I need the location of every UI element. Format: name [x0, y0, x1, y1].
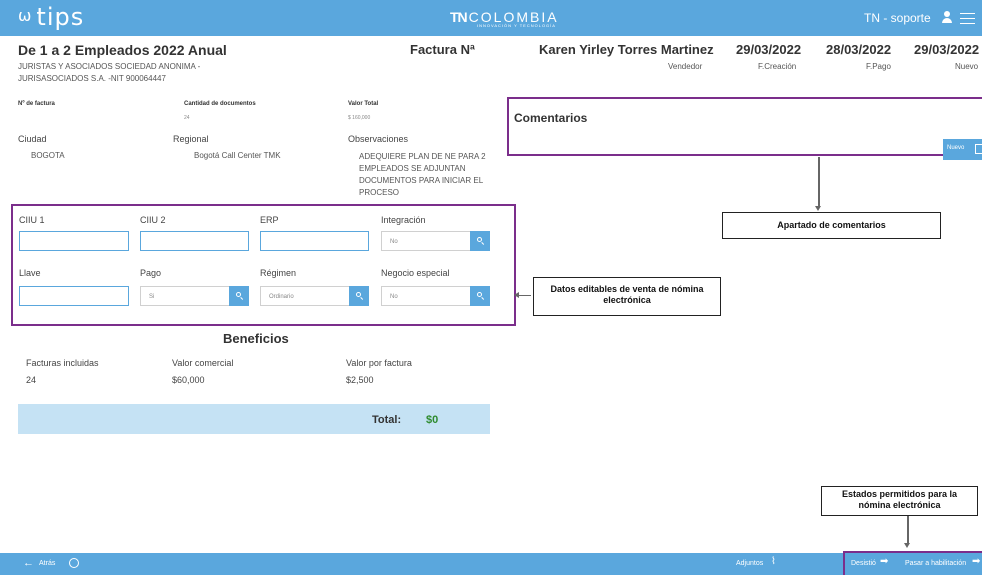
cantidad-value: 24 — [184, 115, 190, 121]
cantidad-label: Cantidad de documentos — [184, 101, 256, 107]
vendor-label: Vendedor — [668, 62, 703, 71]
vendor-name: Karen Yirley Torres Martinez — [539, 42, 714, 57]
tips-logo[interactable]: ω tips — [18, 3, 84, 31]
new-date: 29/03/2022 — [914, 42, 980, 57]
valor-total-label: Valor Total — [348, 101, 379, 107]
beneficios-title: Beneficios — [223, 331, 289, 346]
pago-label: Pago — [140, 268, 162, 278]
company-line-1: JURISTAS Y ASOCIADOS SOCIEDAD ANONIMA - — [18, 62, 201, 71]
editable-arrow-head — [514, 292, 519, 298]
valor-por-factura-label: Valor por factura — [346, 358, 412, 368]
comments-title: Comentarios — [514, 111, 588, 125]
ciiu1-input[interactable] — [19, 231, 129, 251]
comments-arrow — [815, 157, 821, 211]
ciiu2-input[interactable] — [140, 231, 249, 251]
integracion-label: Integración — [381, 215, 426, 225]
editable-callout: Datos editables de venta de nómina elect… — [533, 277, 721, 316]
states-callout: Estados permitidos para la nómina electr… — [821, 486, 978, 516]
num-factura-label: Nº de factura — [18, 101, 55, 107]
top-bar: ω tips TN COLOMBIA INNOVACIÓN Y TECNOLOGÍA… — [0, 0, 982, 36]
search-icon — [477, 237, 482, 242]
observaciones-label: Observaciones — [348, 134, 409, 144]
regimen-label: Régimen — [260, 268, 297, 278]
facturas-incluidas-value: 24 — [26, 375, 37, 385]
logo-icon: ω — [18, 6, 33, 25]
comments-callout: Apartado de comentarios — [722, 212, 941, 239]
total-value: $0 — [426, 414, 439, 426]
integracion-select[interactable]: No — [381, 231, 490, 251]
erp-label: ERP — [260, 215, 279, 225]
ciiu1-label: CIIU 1 — [19, 215, 45, 225]
hamburger-menu-icon[interactable] — [960, 13, 975, 24]
ciudad-value: BOGOTA — [31, 151, 65, 160]
llave-input[interactable] — [19, 286, 129, 306]
bottom-bar: ← Atrás Adjuntos ⌇ Desistió ➡ Pasar a ha… — [0, 553, 982, 575]
attachments-button[interactable]: Adjuntos — [736, 560, 763, 567]
states-highlight — [843, 551, 982, 575]
llave-label: Llave — [19, 268, 41, 278]
ciudad-label: Ciudad — [18, 134, 47, 144]
regimen-select[interactable]: Ordinario — [260, 286, 369, 306]
back-button[interactable]: Atrás — [39, 560, 55, 567]
back-arrow-icon[interactable]: ← — [23, 557, 34, 569]
negocio-select[interactable]: No — [381, 286, 490, 306]
brand-subtitle: INNOVACIÓN Y TECNOLOGÍA — [477, 23, 556, 28]
observaciones-text: ADEQUIERE PLAN DE NE PARA 2 EMPLEADOS SE… — [359, 152, 486, 197]
search-icon — [356, 292, 361, 297]
user-icon[interactable] — [941, 11, 953, 23]
negocio-search-button[interactable] — [470, 286, 490, 306]
total-label: Total: — [372, 414, 402, 426]
erp-input[interactable] — [260, 231, 369, 251]
valor-por-factura-value: $2,500 — [346, 375, 374, 385]
user-name[interactable]: TN - soporte — [864, 11, 931, 25]
search-icon — [477, 292, 482, 297]
creation-date-label: F.Creación — [758, 62, 797, 71]
company-line-2: JURISASOCIADOS S.A. -NIT 900064447 — [18, 74, 166, 83]
regimen-search-button[interactable] — [349, 286, 369, 306]
payment-date: 28/03/2022 — [826, 42, 892, 57]
valor-total-value: $ 160,000 — [348, 115, 371, 121]
payment-date-label: F.Pago — [866, 62, 891, 71]
paperclip-icon[interactable]: ⌇ — [771, 556, 776, 567]
regional-value: Bogotá Call Center TMK — [194, 151, 281, 160]
pago-select[interactable]: Si — [140, 286, 249, 306]
integracion-search-button[interactable] — [470, 231, 490, 251]
states-arrow — [904, 516, 910, 548]
valor-comercial-value: $60,000 — [172, 375, 205, 385]
history-icon[interactable] — [69, 558, 79, 568]
negocio-label: Negocio especial — [381, 268, 450, 278]
regional-label: Regional — [173, 134, 209, 144]
total-bar — [18, 404, 490, 434]
comments-highlight — [507, 97, 982, 156]
brand-logo: TN COLOMBIA INNOVACIÓN Y TECNOLOGÍA — [450, 9, 559, 28]
factura-label: Factura Nª — [410, 42, 475, 57]
pago-search-button[interactable] — [229, 286, 249, 306]
new-date-label: Nuevo — [955, 62, 979, 71]
creation-date: 29/03/2022 — [736, 42, 802, 57]
facturas-incluidas-label: Facturas incluidas — [26, 358, 99, 368]
brand-prefix: TN — [450, 9, 468, 25]
new-comment-button[interactable]: Nuevo — [943, 139, 982, 160]
valor-comercial-label: Valor comercial — [172, 358, 234, 368]
plan-title: De 1 a 2 Empleados 2022 Anual — [18, 42, 227, 58]
search-icon — [236, 292, 241, 297]
ciiu2-label: CIIU 2 — [140, 215, 166, 225]
edit-icon — [975, 144, 982, 154]
